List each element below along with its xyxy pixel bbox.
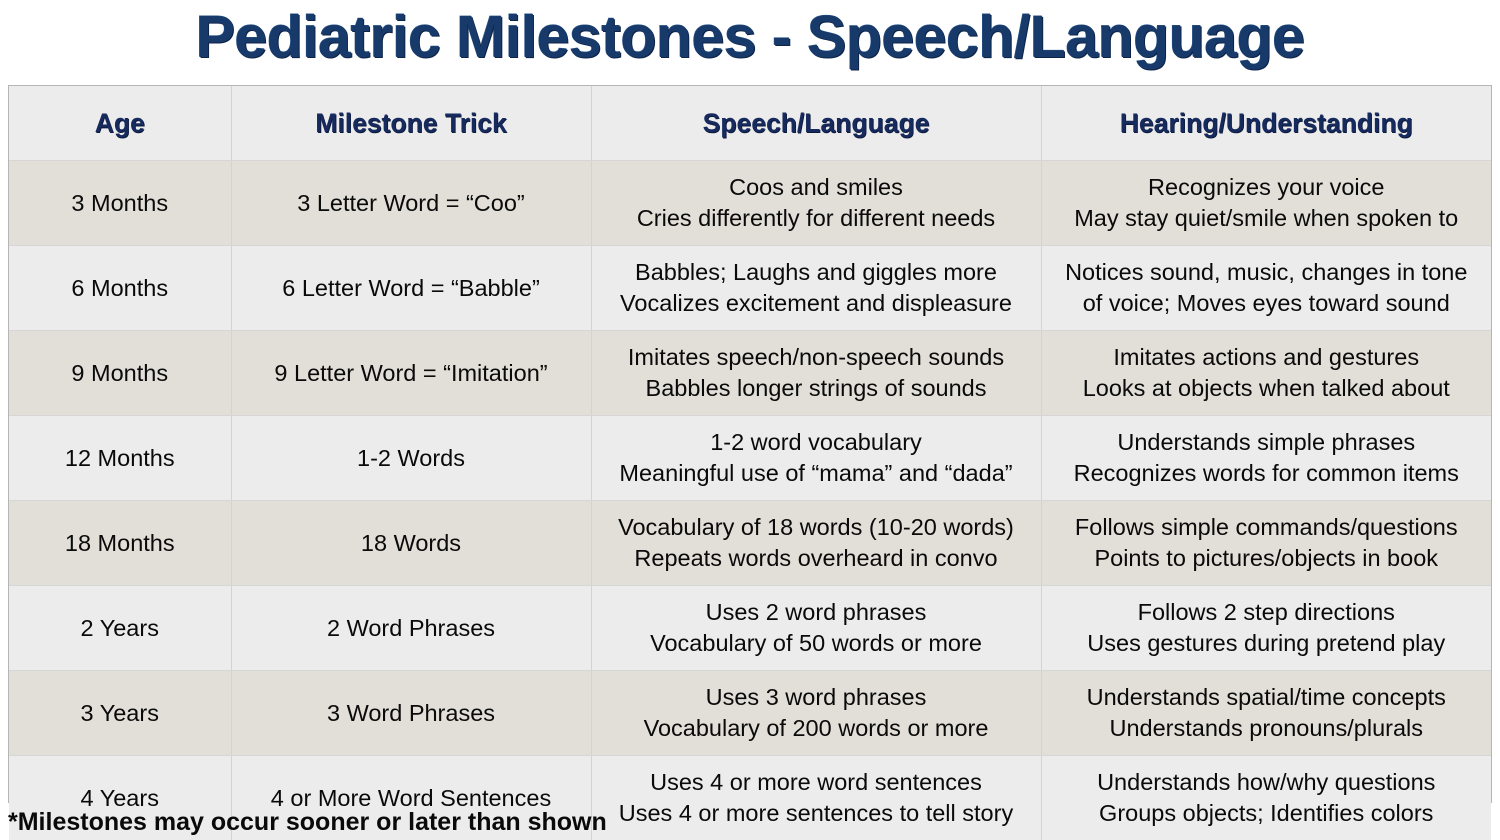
table-row: 12 Months 1-2 Words 1-2 word vocabulary … [9, 416, 1491, 501]
hearing-line-1: Recognizes your voice [1050, 172, 1484, 203]
cell-speech: Coos and smiles Cries differently for di… [591, 161, 1041, 246]
table-row: 3 Months 3 Letter Word = “Coo” Coos and … [9, 161, 1491, 246]
hearing-line-2: Groups objects; Identifies colors [1050, 798, 1484, 829]
cell-speech: Uses 4 or more word sentences Uses 4 or … [591, 756, 1041, 840]
cell-age: 3 Months [9, 161, 231, 246]
table-row: 2 Years 2 Word Phrases Uses 2 word phras… [9, 586, 1491, 671]
hearing-line-2: Points to pictures/objects in book [1050, 543, 1484, 574]
hearing-line-1: Understands how/why questions [1050, 767, 1484, 798]
cell-trick: 3 Letter Word = “Coo” [231, 161, 591, 246]
cell-age: 12 Months [9, 416, 231, 501]
hearing-line-2: May stay quiet/smile when spoken to [1050, 203, 1484, 234]
cell-age: 3 Years [9, 671, 231, 756]
column-header-trick: Milestone Trick [231, 86, 591, 161]
cell-trick: 1-2 Words [231, 416, 591, 501]
speech-line-1: Vocabulary of 18 words (10-20 words) [600, 512, 1033, 543]
hearing-line-2: Uses gestures during pretend play [1050, 628, 1484, 659]
speech-line-1: Uses 3 word phrases [600, 682, 1033, 713]
cell-trick: 6 Letter Word = “Babble” [231, 246, 591, 331]
header-row: Age Milestone Trick Speech/Language Hear… [9, 86, 1491, 161]
speech-line-1: Coos and smiles [600, 172, 1033, 203]
cell-hearing: Follows 2 step directions Uses gestures … [1041, 586, 1491, 671]
table-row: 9 Months 9 Letter Word = “Imitation” Imi… [9, 331, 1491, 416]
speech-line-1: Babbles; Laughs and giggles more [600, 257, 1033, 288]
cell-trick: 2 Word Phrases [231, 586, 591, 671]
hearing-line-1: Follows 2 step directions [1050, 597, 1484, 628]
hearing-line-1: Understands simple phrases [1050, 427, 1484, 458]
speech-line-2: Repeats words overheard in convo [600, 543, 1033, 574]
speech-line-1: 1-2 word vocabulary [600, 427, 1033, 458]
speech-line-2: Vocalizes excitement and displeasure [600, 288, 1033, 319]
cell-hearing: Follows simple commands/questions Points… [1041, 501, 1491, 586]
speech-line-2: Meaningful use of “mama” and “dada” [600, 458, 1033, 489]
speech-line-2: Babbles longer strings of sounds [600, 373, 1033, 404]
hearing-line-1: Follows simple commands/questions [1050, 512, 1484, 543]
speech-line-1: Imitates speech/non-speech sounds [600, 342, 1033, 373]
speech-line-2: Vocabulary of 50 words or more [600, 628, 1033, 659]
speech-line-1: Uses 4 or more word sentences [600, 767, 1033, 798]
cell-hearing: Notices sound, music, changes in tone of… [1041, 246, 1491, 331]
table-row: 3 Years 3 Word Phrases Uses 3 word phras… [9, 671, 1491, 756]
table-body: 3 Months 3 Letter Word = “Coo” Coos and … [9, 161, 1491, 840]
cell-speech: Vocabulary of 18 words (10-20 words) Rep… [591, 501, 1041, 586]
cell-hearing: Understands spatial/time concepts Unders… [1041, 671, 1491, 756]
hearing-line-1: Notices sound, music, changes in tone [1050, 257, 1484, 288]
hearing-line-2: Recognizes words for common items [1050, 458, 1484, 489]
hearing-line-1: Imitates actions and gestures [1050, 342, 1484, 373]
milestones-infographic: Pediatric Milestones - Speech/Language A… [0, 0, 1500, 838]
hearing-line-2: of voice; Moves eyes toward sound [1050, 288, 1484, 319]
cell-trick: 18 Words [231, 501, 591, 586]
cell-hearing: Understands simple phrases Recognizes wo… [1041, 416, 1491, 501]
speech-line-2: Vocabulary of 200 words or more [600, 713, 1033, 744]
cell-hearing: Recognizes your voice May stay quiet/smi… [1041, 161, 1491, 246]
cell-hearing: Understands how/why questions Groups obj… [1041, 756, 1491, 840]
page-title: Pediatric Milestones - Speech/Language [0, 0, 1500, 76]
cell-age: 18 Months [9, 501, 231, 586]
table-row: 6 Months 6 Letter Word = “Babble” Babble… [9, 246, 1491, 331]
speech-line-1: Uses 2 word phrases [600, 597, 1033, 628]
speech-line-2: Cries differently for different needs [600, 203, 1033, 234]
milestones-table-container: Age Milestone Trick Speech/Language Hear… [8, 85, 1492, 803]
cell-trick: 9 Letter Word = “Imitation” [231, 331, 591, 416]
cell-speech: Uses 2 word phrases Vocabulary of 50 wor… [591, 586, 1041, 671]
hearing-line-2: Looks at objects when talked about [1050, 373, 1484, 404]
cell-speech: Babbles; Laughs and giggles more Vocaliz… [591, 246, 1041, 331]
hearing-line-2: Understands pronouns/plurals [1050, 713, 1484, 744]
cell-hearing: Imitates actions and gestures Looks at o… [1041, 331, 1491, 416]
cell-speech: 1-2 word vocabulary Meaningful use of “m… [591, 416, 1041, 501]
hearing-line-1: Understands spatial/time concepts [1050, 682, 1484, 713]
footnote-disclaimer: *Milestones may occur sooner or later th… [8, 807, 607, 837]
column-header-hearing: Hearing/Understanding [1041, 86, 1491, 161]
milestones-table: Age Milestone Trick Speech/Language Hear… [9, 86, 1491, 840]
cell-age: 9 Months [9, 331, 231, 416]
column-header-speech: Speech/Language [591, 86, 1041, 161]
column-header-age: Age [9, 86, 231, 161]
table-header: Age Milestone Trick Speech/Language Hear… [9, 86, 1491, 161]
table-row: 18 Months 18 Words Vocabulary of 18 word… [9, 501, 1491, 586]
speech-line-2: Uses 4 or more sentences to tell story [600, 798, 1033, 829]
cell-speech: Imitates speech/non-speech sounds Babble… [591, 331, 1041, 416]
cell-age: 6 Months [9, 246, 231, 331]
cell-age: 2 Years [9, 586, 231, 671]
cell-trick: 3 Word Phrases [231, 671, 591, 756]
cell-speech: Uses 3 word phrases Vocabulary of 200 wo… [591, 671, 1041, 756]
